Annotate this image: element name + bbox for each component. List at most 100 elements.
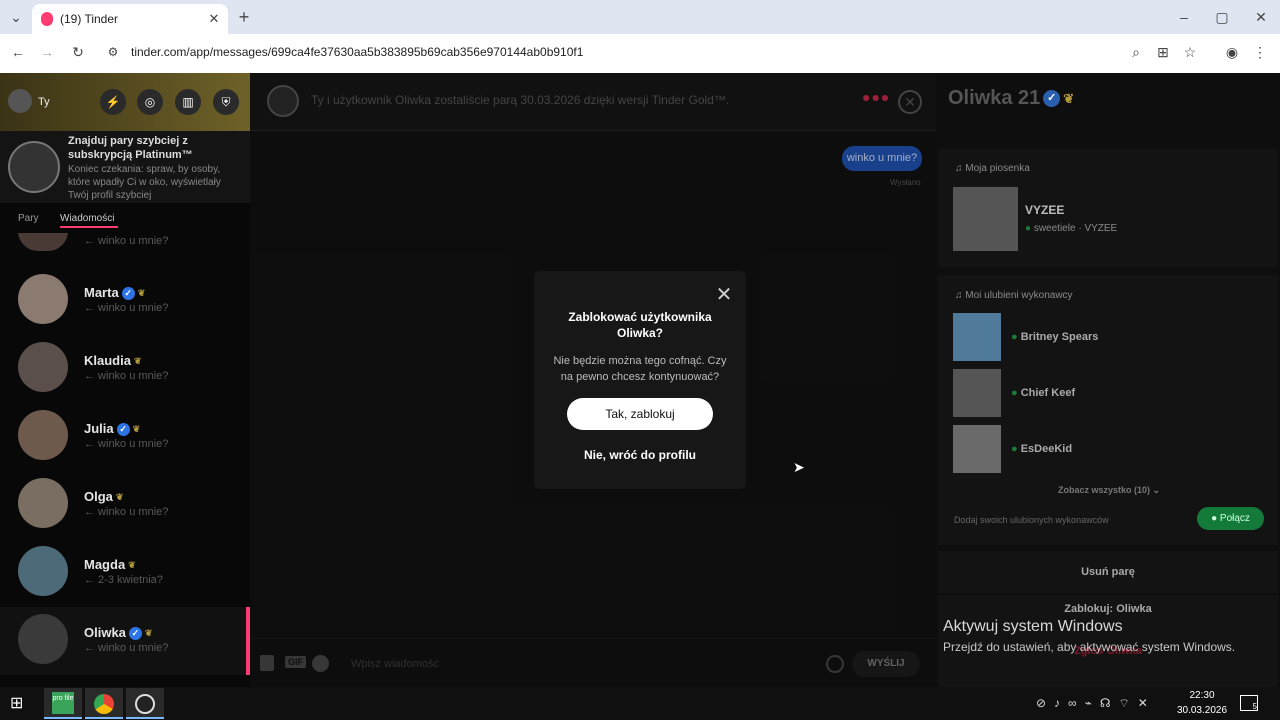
taskbar-app[interactable]: pro file bbox=[44, 688, 82, 719]
connect-button: Połącz bbox=[1219, 513, 1250, 524]
tab-pary[interactable]: Pary bbox=[18, 213, 39, 224]
shield-icon[interactable]: ⛨ bbox=[213, 89, 239, 115]
remove-match-button[interactable]: Usuń parę bbox=[938, 551, 1278, 593]
add-artists-text: Dodaj swoich ulubionych wykonawców bbox=[954, 515, 1109, 525]
spotify-icon: ● bbox=[1011, 387, 1021, 399]
close-chat-icon[interactable]: ✕ bbox=[898, 90, 922, 114]
taskbar-app-2[interactable] bbox=[126, 688, 164, 719]
site-info-icon[interactable]: ⚙ bbox=[103, 42, 123, 62]
dialog-text: Nie będzie można tego cofnąć. Czy na pew… bbox=[553, 355, 727, 383]
browser-tab-strip: ⌄ (19) Tinder ✕ + – ▢ ✕ bbox=[0, 0, 1280, 34]
list-item-olga[interactable]: Olga ❦ ← winko u mnie? bbox=[0, 478, 250, 546]
song-album: VYZEE bbox=[1084, 223, 1118, 234]
avatar bbox=[18, 546, 68, 596]
briefcase-icon[interactable]: ▥ bbox=[175, 89, 201, 115]
close-dialog-icon[interactable]: ✕ bbox=[712, 283, 736, 307]
windows-taskbar: ⊞ pro file ⊘♪∞⌁☊⌔✕ 22:30 30.03.2026 5 bbox=[0, 687, 1280, 720]
match-name: Julia bbox=[84, 421, 114, 436]
list-item-oliwka[interactable]: Oliwka ✓ ❦ ← winko u mnie? bbox=[0, 607, 250, 675]
forward-icon[interactable]: → bbox=[37, 42, 57, 62]
list-item-klaudia[interactable]: Klaudia ❦ ← winko u mnie? bbox=[0, 342, 250, 410]
message-list: ← winko u mnie? Marta ✓ ❦ ← winko u mnie? … bbox=[0, 233, 250, 687]
profile-app-icon: pro file bbox=[52, 692, 74, 714]
gold-wings-icon: ❦ bbox=[132, 424, 141, 435]
close-tab-icon[interactable]: ✕ bbox=[204, 9, 224, 29]
clock-date[interactable]: 30.03.2026 bbox=[1174, 705, 1230, 716]
reload-icon[interactable]: ↻ bbox=[68, 42, 88, 62]
tab-title: (19) Tinder bbox=[60, 12, 119, 26]
clock-time[interactable]: 22:30 bbox=[1178, 690, 1226, 701]
spotify-icon: ● bbox=[1211, 513, 1220, 524]
artist-image bbox=[953, 425, 1001, 473]
match-preview: ← winko u mnie? bbox=[84, 302, 169, 314]
gold-wings-icon: ❦ bbox=[115, 492, 124, 503]
song-title: VYZEE bbox=[1025, 203, 1065, 217]
song-separator: · bbox=[1078, 223, 1082, 234]
url-text[interactable]: tinder.com/app/messages/699ca4fe37630aa5… bbox=[131, 45, 583, 59]
artist-name: Chief Keef bbox=[1020, 387, 1076, 399]
artists-section-title: Moi ulubieni wykonawcy bbox=[965, 290, 1073, 301]
spotify-icon: ● bbox=[1011, 443, 1021, 455]
verified-icon: ✓ bbox=[1043, 90, 1061, 108]
song-card: ♫ Moja piosenka VYZEE ● sweetiele · VYZE… bbox=[938, 149, 1278, 267]
gold-wings-icon: ❦ bbox=[128, 560, 136, 571]
chat-header: Ty i użytkownik Oliwka zostaliście parą … bbox=[250, 73, 936, 131]
avatar bbox=[18, 233, 68, 251]
tab-search-icon[interactable]: ⌄ bbox=[6, 7, 26, 27]
music-note-icon: ♫ bbox=[955, 290, 966, 301]
browser-toolbar: ← → ↻ ⚙ tinder.com/app/messages/699ca4fe… bbox=[0, 34, 1280, 73]
menu-icon[interactable]: ⋮ bbox=[1250, 42, 1270, 62]
more-options-icon[interactable]: ●●● bbox=[862, 89, 890, 105]
zoom-icon[interactable]: ⌕ bbox=[1126, 42, 1146, 62]
close-window-icon[interactable]: ✕ bbox=[1251, 7, 1271, 27]
block-button[interactable]: Zablokuj: Oliwka bbox=[938, 603, 1278, 615]
list-item-magda[interactable]: Magda ❦ ← 2-3 kwietnia? bbox=[0, 546, 250, 614]
new-tab-button[interactable]: + bbox=[234, 7, 254, 27]
tab-wiadomosci[interactable]: Wiadomości bbox=[60, 213, 114, 224]
mouse-cursor-icon: ➤ bbox=[793, 459, 805, 475]
minimize-icon[interactable]: – bbox=[1174, 7, 1194, 27]
boost-icon[interactable]: ⚡ bbox=[100, 89, 126, 115]
avatar bbox=[18, 614, 68, 664]
notifications-icon[interactable]: 5 bbox=[1240, 695, 1258, 711]
gold-wings-icon: ❦ bbox=[144, 628, 153, 639]
see-all-link: Zobacz wszystko (10) bbox=[1058, 485, 1151, 495]
profile-icon[interactable]: ◉ bbox=[1222, 42, 1242, 62]
back-icon[interactable]: ← bbox=[8, 42, 28, 62]
song-cover[interactable] bbox=[953, 187, 1018, 251]
match-preview: ← winko u mnie? bbox=[84, 642, 169, 654]
match-avatar[interactable] bbox=[267, 85, 299, 117]
block-dialog: ✕ Zablokować użytkownika Oliwka? Nie będ… bbox=[534, 271, 746, 489]
tinder-flame-icon bbox=[41, 12, 53, 26]
platinum-promo[interactable]: Znajduj pary szybciej z subskrypcją Plat… bbox=[0, 131, 250, 203]
gold-wings-icon: ❦ bbox=[1063, 90, 1075, 106]
verified-icon: ✓ bbox=[128, 627, 142, 641]
cancel-block-button[interactable]: Nie, wróć do profilu bbox=[554, 448, 726, 462]
spotify-icon: ● bbox=[1025, 223, 1034, 234]
list-item-julia[interactable]: Julia ✓ ❦ ← winko u mnie? bbox=[0, 410, 250, 478]
match-preview: ← winko u mnie? bbox=[84, 370, 169, 382]
list-item-preview: ← winko u mnie? bbox=[84, 235, 169, 247]
install-icon[interactable]: ⊞ bbox=[1153, 42, 1173, 62]
system-tray-icons[interactable]: ⊘♪∞⌁☊⌔✕ bbox=[1036, 696, 1156, 711]
taskbar-chrome[interactable] bbox=[85, 688, 123, 719]
avatar bbox=[18, 342, 68, 392]
user-label: Ty bbox=[38, 96, 50, 108]
promo-avatar bbox=[8, 141, 60, 193]
verified-icon: ✓ bbox=[116, 423, 130, 437]
user-avatar[interactable] bbox=[8, 89, 32, 113]
promo-text: Koniec czekania: spraw, by osoby, które … bbox=[68, 164, 221, 201]
confirm-block-button[interactable]: Tak, zablokuj bbox=[567, 398, 713, 430]
bookmark-star-icon[interactable]: ☆ bbox=[1180, 42, 1200, 62]
artist-image bbox=[953, 369, 1001, 417]
browser-tab[interactable]: (19) Tinder ✕ bbox=[32, 4, 228, 34]
windows-start-icon[interactable]: ⊞ bbox=[10, 695, 28, 713]
active-tab-indicator bbox=[60, 226, 118, 228]
explore-icon[interactable]: ◎ bbox=[137, 89, 163, 115]
list-item-marta[interactable]: Marta ✓ ❦ ← winko u mnie? bbox=[0, 274, 250, 342]
maximize-icon[interactable]: ▢ bbox=[1212, 7, 1232, 27]
avatar bbox=[18, 410, 68, 460]
match-info-text: Ty i użytkownik Oliwka zostaliście parą … bbox=[311, 93, 730, 107]
spotify-icon: ● bbox=[1011, 331, 1021, 343]
verified-icon: ✓ bbox=[121, 287, 135, 301]
